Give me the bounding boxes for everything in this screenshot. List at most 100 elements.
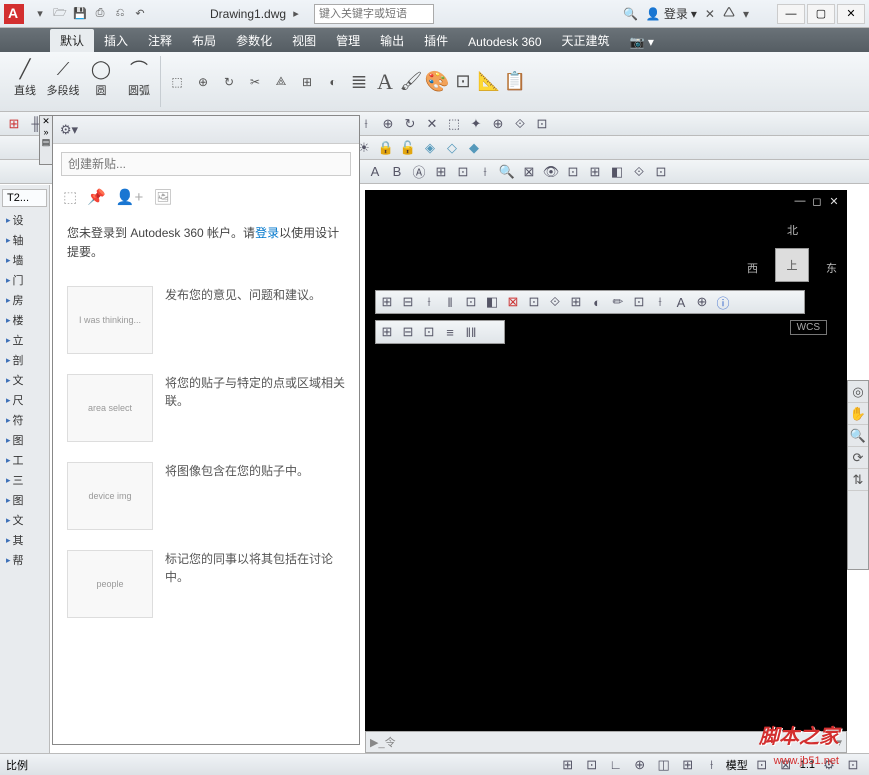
sidebar-item-7[interactable]: 剖 (2, 350, 47, 370)
qat-undo-icon[interactable]: ↶ (131, 5, 149, 23)
doc-dropdown-icon[interactable]: ▸ (287, 5, 305, 23)
sidebar-item-13[interactable]: 三 (2, 470, 47, 490)
tb-19-icon[interactable]: ↻ (400, 114, 420, 134)
sb-3-icon[interactable]: ∟ (606, 755, 626, 775)
minimize-button[interactable]: — (777, 4, 805, 24)
sidebar-item-1[interactable]: 轴 (2, 230, 47, 250)
ft1-15-icon[interactable]: A (671, 292, 691, 312)
arc-button[interactable]: ⌒圆弧 (122, 56, 156, 98)
tb3-7-icon[interactable]: 🔍 (497, 162, 517, 182)
tab-insert[interactable]: 插入 (94, 29, 138, 52)
exchange-icon[interactable]: ✕ (705, 7, 715, 21)
sb-1-icon[interactable]: ⊞ (558, 755, 578, 775)
nav-show-icon[interactable]: ⇅ (848, 469, 868, 491)
tb3-2-icon[interactable]: B (387, 162, 407, 182)
modify-rotate-icon[interactable]: ↻ (219, 72, 239, 92)
search-input[interactable] (314, 4, 434, 24)
sidebar-item-4[interactable]: 房 (2, 290, 47, 310)
wcs-label[interactable]: WCS (790, 320, 827, 335)
sidebar-item-10[interactable]: 符 (2, 410, 47, 430)
nav-wheel-icon[interactable]: ◎ (848, 381, 868, 403)
tab-view[interactable]: 视图 (282, 29, 326, 52)
sidebar-item-15[interactable]: 文 (2, 510, 47, 530)
ft1-13-icon[interactable]: ⊡ (629, 292, 649, 312)
ft1-11-icon[interactable]: ◐ (587, 292, 607, 312)
sb-7-icon[interactable]: ⟊ (702, 755, 722, 775)
ft2-5-icon[interactable]: ‖‖ (461, 322, 481, 342)
tb3-13-icon[interactable]: ⟐ (629, 162, 649, 182)
ft1-5-icon[interactable]: ⊡ (461, 292, 481, 312)
qat-saveas-icon[interactable]: ⎙ (91, 5, 109, 23)
ft1-9-icon[interactable]: ⟐ (545, 292, 565, 312)
ft2-4-icon[interactable]: ≡ (440, 322, 460, 342)
polyline-button[interactable]: ⟋多段线 (46, 56, 80, 98)
sb-8-icon[interactable]: ⊡ (752, 755, 772, 775)
sidebar-item-14[interactable]: 图 (2, 490, 47, 510)
sidebar-item-11[interactable]: 图 (2, 430, 47, 450)
tb2-9-icon[interactable]: 🔒 (376, 138, 396, 158)
tab-manage[interactable]: 管理 (326, 29, 370, 52)
tb3-4-icon[interactable]: ⊞ (431, 162, 451, 182)
ft1-8-icon[interactable]: ⊡ (524, 292, 544, 312)
nav-pan-icon[interactable]: ✋ (848, 403, 868, 425)
tb-23-icon[interactable]: ⊕ (488, 114, 508, 134)
tb-21-icon[interactable]: ⬚ (444, 114, 464, 134)
text-icon[interactable]: A (375, 72, 395, 92)
maximize-button[interactable]: ▢ (807, 4, 835, 24)
login-button[interactable]: 👤 登录 ▾ (646, 5, 697, 22)
sidebar-item-0[interactable]: 设 (2, 210, 47, 230)
feed-close-icon[interactable]: ✕ (40, 116, 52, 127)
drawing-area[interactable]: — ◻ ✕ 北 西 东 南 上 WCS (365, 190, 847, 753)
qat-save-icon[interactable]: 💾 (71, 5, 89, 23)
tb3-14-icon[interactable]: ⊡ (651, 162, 671, 182)
ft1-12-icon[interactable]: ✏ (608, 292, 628, 312)
ft2-1-icon[interactable]: ⊞ (377, 322, 397, 342)
sb-model-label[interactable]: 模型 (726, 757, 748, 773)
tb3-10-icon[interactable]: ⊡ (563, 162, 583, 182)
sidebar-item-16[interactable]: 其 (2, 530, 47, 550)
feed-image-icon[interactable]: 🖼 (153, 188, 172, 206)
feed-login-link[interactable]: 登录 (255, 226, 279, 240)
tab-a360[interactable]: Autodesk 360 (458, 32, 551, 52)
doc-min-icon[interactable]: — (793, 194, 807, 208)
feed-gear-icon[interactable]: ⚙▾ (59, 120, 79, 140)
doc-close-icon[interactable]: ✕ (827, 194, 841, 208)
tab-plugins[interactable]: 插件 (414, 29, 458, 52)
qat-print-icon[interactable]: ⎌ (111, 5, 129, 23)
circle-button[interactable]: ◯圆 (84, 56, 118, 98)
nav-orbit-icon[interactable]: ⟳ (848, 447, 868, 469)
ft2-3-icon[interactable]: ⊡ (419, 322, 439, 342)
sidebar-item-2[interactable]: 墙 (2, 250, 47, 270)
tb2-13-icon[interactable]: ◆ (464, 138, 484, 158)
sidebar-item-8[interactable]: 文 (2, 370, 47, 390)
app-icon[interactable] (4, 4, 24, 24)
help-icon[interactable]: 🛆 (723, 3, 735, 24)
layer-icon[interactable]: ≣ (349, 72, 369, 92)
ft1-2-icon[interactable]: ⊟ (398, 292, 418, 312)
dropdown-icon[interactable]: ▾ (743, 7, 749, 21)
tb-25-icon[interactable]: ⊡ (532, 114, 552, 134)
tb3-3-icon[interactable]: Ⓐ (409, 162, 429, 182)
sb-4-icon[interactable]: ⊕ (630, 755, 650, 775)
ribbon-more-icon[interactable]: 📷 ▾ (620, 32, 664, 52)
tb3-9-icon[interactable]: 👁 (541, 162, 561, 182)
feed-user-icon[interactable]: 👤+ (116, 188, 143, 206)
modify-scale-icon[interactable]: ⊞ (297, 72, 317, 92)
feed-pin-icon[interactable]: » (40, 127, 52, 137)
vc-top[interactable]: 上 (775, 248, 809, 282)
tab-parametric[interactable]: 参数化 (226, 29, 282, 52)
tb3-11-icon[interactable]: ⊞ (585, 162, 605, 182)
sb-11-icon[interactable]: ⊡ (843, 755, 863, 775)
tb2-10-icon[interactable]: 🔓 (398, 138, 418, 158)
tab-output[interactable]: 输出 (370, 29, 414, 52)
line-button[interactable]: ╱直线 (8, 56, 42, 98)
tb3-5-icon[interactable]: ⊡ (453, 162, 473, 182)
tab-annotate[interactable]: 注释 (138, 29, 182, 52)
tb-24-icon[interactable]: ⟐ (510, 114, 530, 134)
doc-max-icon[interactable]: ◻ (810, 194, 824, 208)
feed-menu-icon[interactable]: ▤ (40, 137, 52, 148)
sidebar-item-3[interactable]: 门 (2, 270, 47, 290)
ft1-14-icon[interactable]: ⟊ (650, 292, 670, 312)
tb3-8-icon[interactable]: ⊠ (519, 162, 539, 182)
measure-icon[interactable]: 📐 (479, 72, 499, 92)
